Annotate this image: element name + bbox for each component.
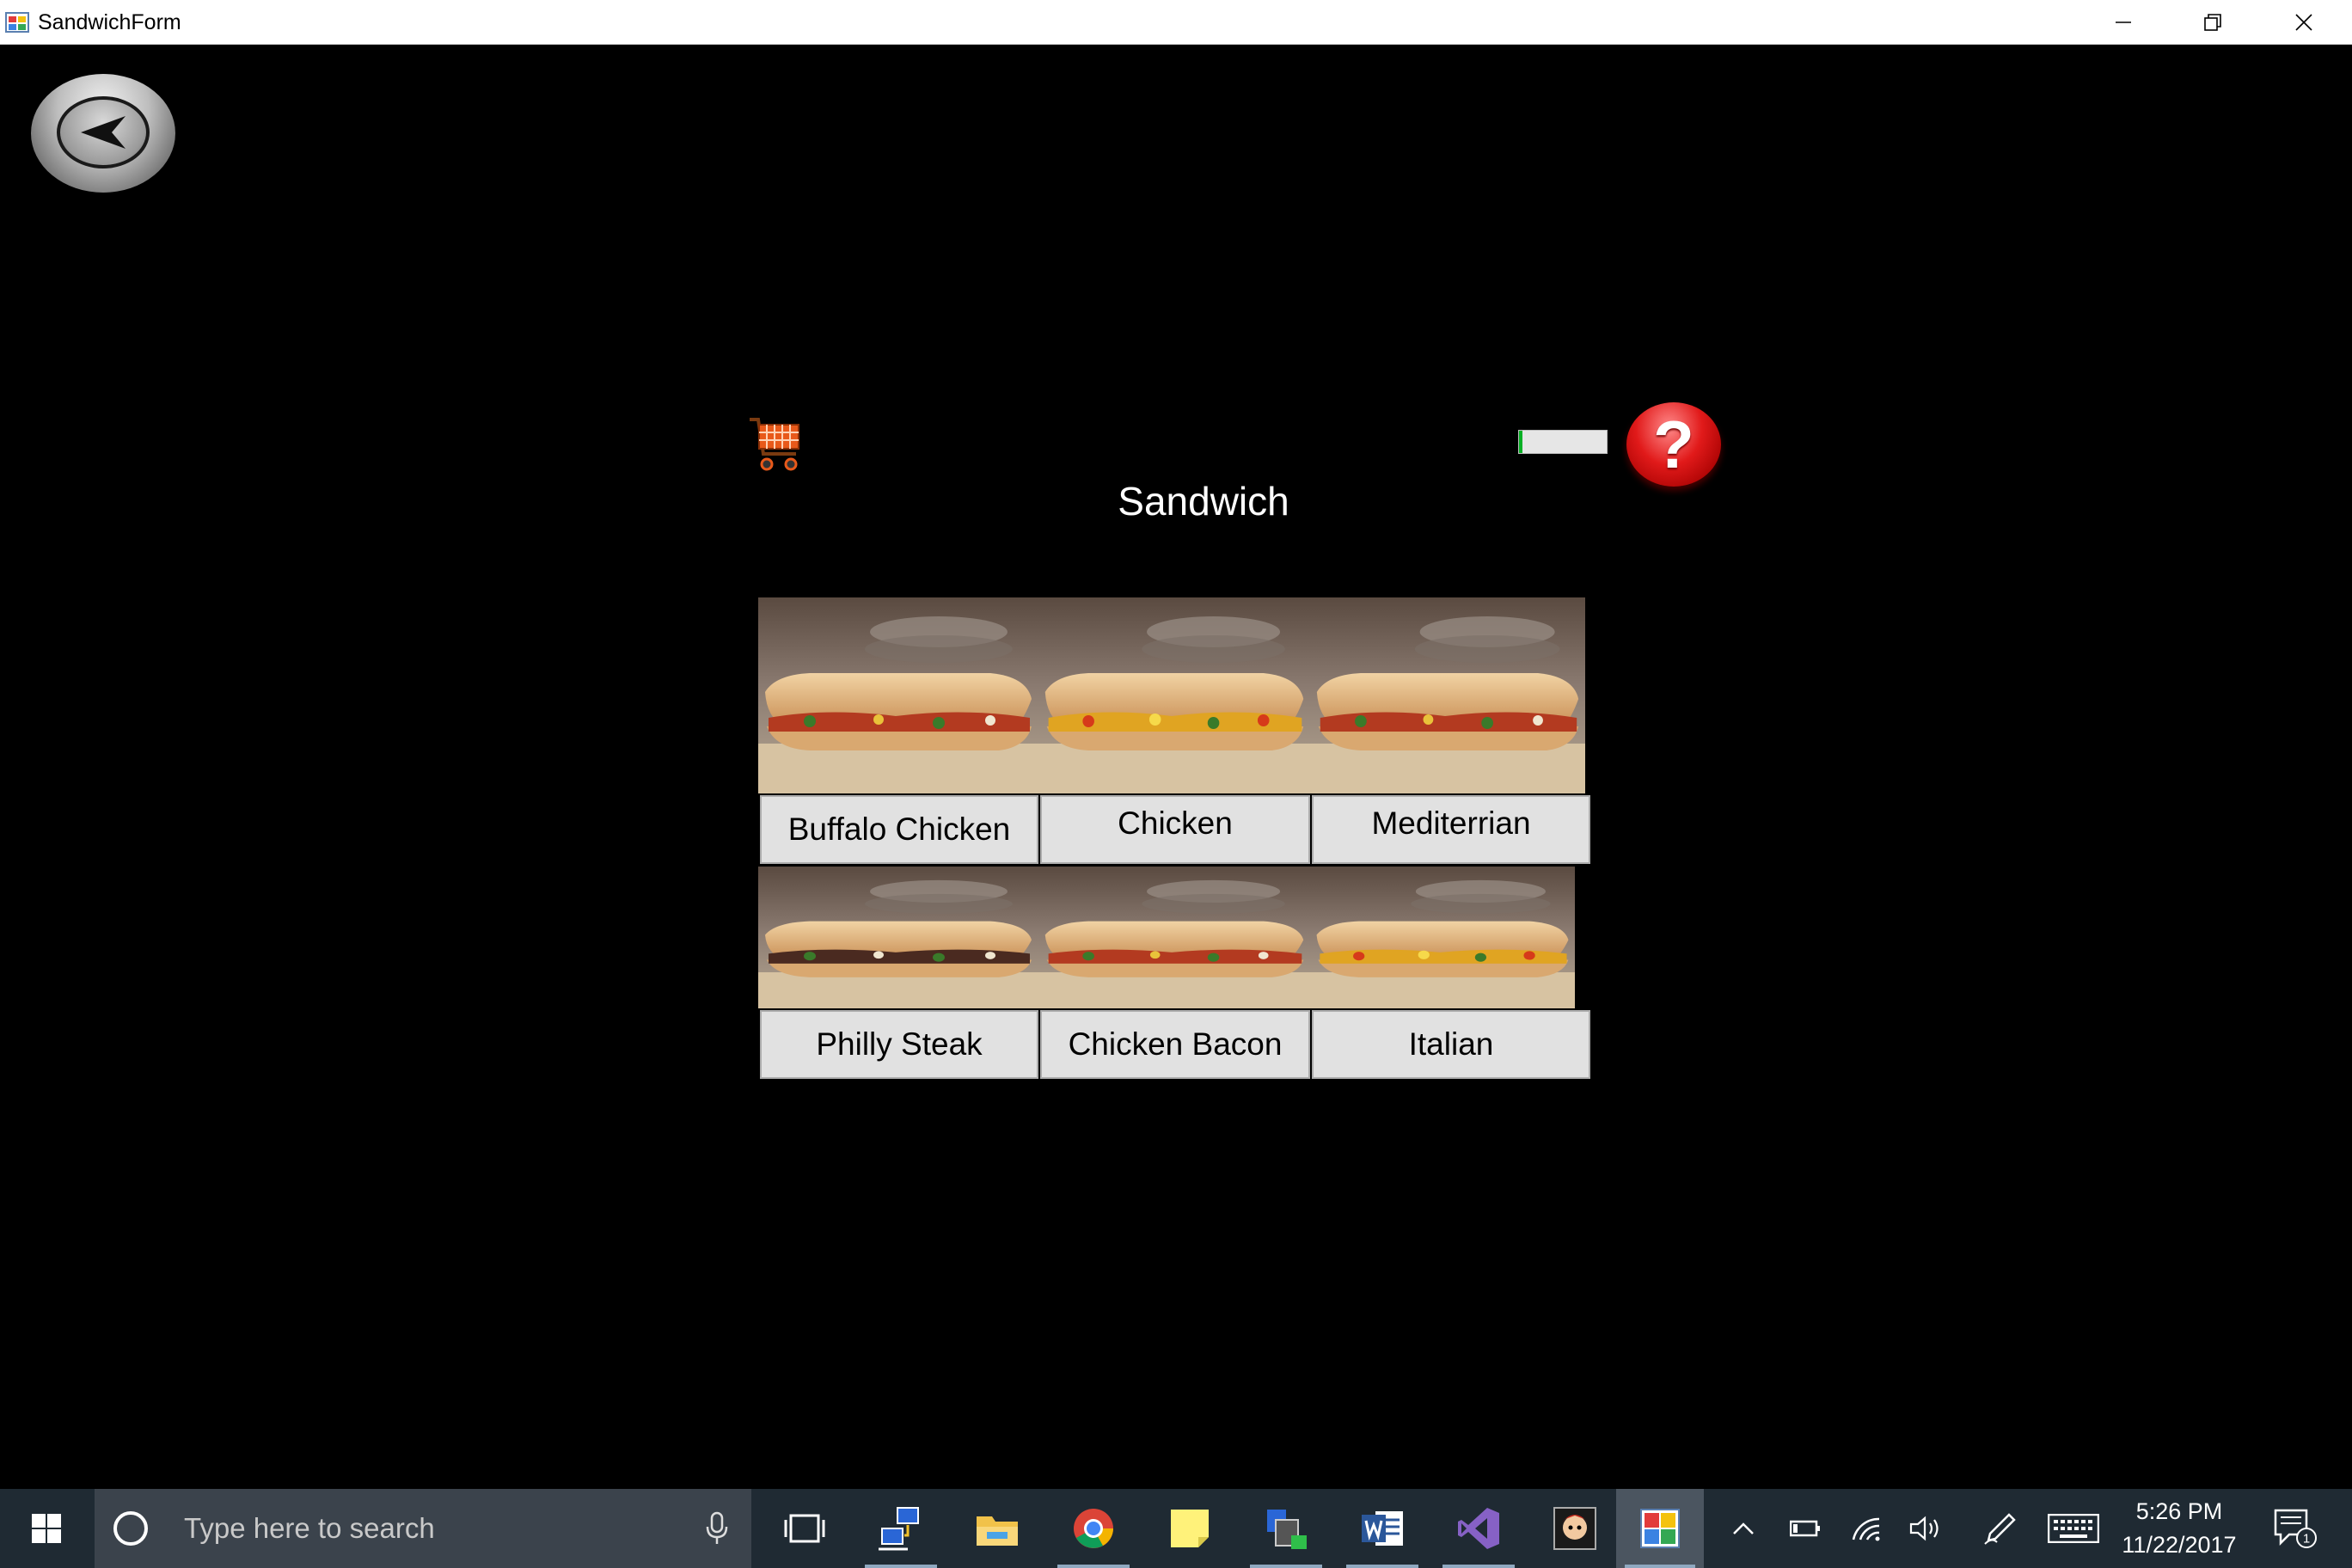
- philly-steak-button[interactable]: Philly Steak: [760, 1010, 1038, 1079]
- notification-count: 1: [2303, 1532, 2310, 1547]
- battery-button[interactable]: [1779, 1489, 1831, 1568]
- visual-studio-icon: [1458, 1508, 1499, 1549]
- mediterrian-button[interactable]: Mediterrian: [1312, 795, 1590, 864]
- running-indicator: [865, 1565, 937, 1568]
- clock-date: 11/22/2017: [2122, 1532, 2237, 1558]
- running-indicator: [1625, 1565, 1695, 1568]
- window-title: SandwichForm: [38, 10, 181, 34]
- taskbar: Type here to search 5:26 PM 11/22/2017 1: [0, 1489, 2352, 1568]
- network-app-icon: [879, 1507, 919, 1551]
- clock[interactable]: 5:26 PM 11/22/2017: [2106, 1489, 2252, 1568]
- buffalo-chicken-image[interactable]: [758, 597, 1038, 793]
- close-icon: [2295, 14, 2312, 31]
- running-indicator: [1346, 1565, 1418, 1568]
- task-view-button[interactable]: [760, 1489, 849, 1568]
- philly-steak-image[interactable]: [758, 867, 1038, 1008]
- mediterrian-image[interactable]: [1310, 597, 1585, 793]
- taskbar-app-file-explorer[interactable]: [952, 1489, 1042, 1568]
- chevron-up-icon: [1733, 1522, 1754, 1534]
- back-button[interactable]: [31, 74, 175, 193]
- sandwich-form-app-icon: [1640, 1509, 1680, 1548]
- chicken-image[interactable]: [1038, 597, 1310, 793]
- back-arrow-icon: [81, 116, 126, 149]
- game-app-icon: [1553, 1507, 1596, 1550]
- restore-button[interactable]: [2170, 0, 2256, 45]
- shopping-cart-icon[interactable]: [748, 414, 803, 475]
- show-hidden-icons-button[interactable]: [1718, 1489, 1769, 1568]
- action-center-button[interactable]: 1: [2261, 1489, 2330, 1568]
- chicken-bacon-button[interactable]: Chicken Bacon: [1040, 1010, 1310, 1079]
- italian-button[interactable]: Italian: [1312, 1010, 1590, 1079]
- touch-keyboard-button[interactable]: [2039, 1489, 2108, 1568]
- italian-image[interactable]: [1310, 867, 1575, 1008]
- taskbar-app-visual-studio[interactable]: [1434, 1489, 1523, 1568]
- help-button[interactable]: ?: [1626, 402, 1721, 487]
- task-view-icon: [784, 1514, 825, 1543]
- progress-fill: [1519, 431, 1523, 453]
- search-input[interactable]: Type here to search: [95, 1489, 751, 1568]
- taskbar-app-sandwich-form[interactable]: [1616, 1489, 1704, 1568]
- volume-icon: [1909, 1516, 1939, 1541]
- notification-icon: 1: [2274, 1509, 2317, 1548]
- taskbar-app-word[interactable]: [1338, 1489, 1427, 1568]
- running-indicator: [1057, 1565, 1130, 1568]
- running-indicator: [1250, 1565, 1322, 1568]
- wifi-button[interactable]: [1841, 1489, 1893, 1568]
- restore-icon: [2204, 14, 2221, 31]
- battery-icon: [1790, 1520, 1820, 1537]
- start-button[interactable]: [0, 1489, 93, 1568]
- chicken-button[interactable]: Chicken: [1040, 795, 1310, 864]
- windows-logo-icon: [32, 1514, 61, 1543]
- taskbar-app-store[interactable]: [1241, 1489, 1331, 1568]
- minimize-icon: [2116, 21, 2131, 23]
- wifi-icon: [1852, 1517, 1880, 1541]
- close-button[interactable]: [2261, 0, 2347, 45]
- buffalo-chicken-button[interactable]: Buffalo Chicken: [760, 795, 1038, 864]
- app-icon: [5, 12, 29, 33]
- running-indicator: [1442, 1565, 1515, 1568]
- microphone-icon[interactable]: [705, 1511, 729, 1546]
- taskbar-app-network[interactable]: [856, 1489, 946, 1568]
- taskbar-app-game[interactable]: [1530, 1489, 1620, 1568]
- store-app-icon: [1267, 1510, 1307, 1549]
- file-explorer-icon: [977, 1516, 1018, 1546]
- keyboard-icon: [2048, 1514, 2099, 1543]
- chicken-bacon-image[interactable]: [1038, 867, 1310, 1008]
- order-progress-bar: [1518, 430, 1608, 454]
- word-icon: [1362, 1511, 1403, 1546]
- help-question-icon: ?: [1653, 406, 1694, 482]
- back-button-face: [57, 96, 150, 168]
- taskbar-app-sticky-notes[interactable]: [1145, 1489, 1234, 1568]
- search-placeholder: Type here to search: [184, 1512, 435, 1544]
- cortana-icon: [113, 1511, 148, 1546]
- pen-icon: [1984, 1513, 2016, 1545]
- minimize-button[interactable]: [2080, 0, 2166, 45]
- window-title-bar[interactable]: SandwichForm: [0, 0, 2352, 45]
- taskbar-app-chrome[interactable]: [1049, 1489, 1138, 1568]
- volume-button[interactable]: [1900, 1489, 1951, 1568]
- pen-workspace-button[interactable]: [1970, 1489, 2030, 1568]
- clock-time: 5:26 PM: [2135, 1498, 2223, 1524]
- sticky-notes-icon: [1171, 1510, 1209, 1547]
- chrome-icon: [1074, 1509, 1113, 1548]
- page-title: Sandwich: [1118, 479, 1289, 524]
